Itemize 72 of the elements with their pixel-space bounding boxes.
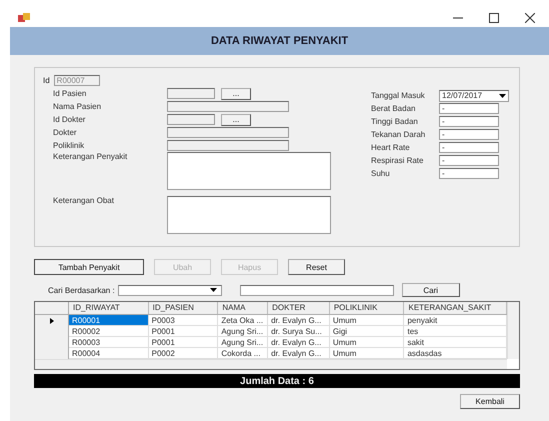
input-field[interactable] [167, 101, 289, 112]
input-field[interactable] [167, 127, 289, 138]
table-cell: Zeta Oka ... [218, 315, 268, 326]
table-cell: dr. Evalyn G... [268, 315, 330, 326]
search-dropdown[interactable] [118, 284, 222, 296]
table-cell: penyakit [404, 315, 508, 326]
table-cell: P0001 [148, 337, 218, 348]
table-cell: Umum [330, 315, 404, 326]
field-label: Id Dokter [53, 115, 86, 124]
table-cell: tes [404, 326, 508, 337]
field-label: Keterangan Obat [53, 196, 115, 205]
column-header[interactable]: POLIKLINIK [330, 302, 404, 314]
text-area[interactable] [167, 196, 331, 234]
maximize-icon[interactable] [489, 12, 499, 22]
search-field[interactable] [240, 284, 394, 296]
dropdown-icon [210, 288, 217, 292]
vertical-scrollbar[interactable] [507, 302, 519, 359]
column-header[interactable]: ID_RIWAYAT [69, 302, 149, 314]
input-field[interactable]: - [439, 129, 499, 140]
field-label: Id Pasien [53, 89, 88, 98]
input-field[interactable]: - [439, 103, 499, 114]
horizontal-scrollbar[interactable] [35, 359, 507, 369]
table-cell: dr. Surya Su... [268, 326, 330, 337]
row-header[interactable] [35, 315, 69, 326]
action-button[interactable]: Tambah Penyakit [34, 259, 144, 275]
close-icon[interactable] [525, 12, 535, 22]
table-cell: P0001 [148, 326, 218, 337]
field-label: Nama Pasien [53, 102, 102, 111]
field-label: Tinggi Badan [371, 117, 419, 126]
app-icon [18, 12, 30, 22]
text-area[interactable] [167, 152, 331, 190]
action-button[interactable]: Reset [288, 259, 345, 275]
input-field[interactable]: - [439, 142, 499, 153]
search-label: Cari Berdasarkan : [48, 286, 115, 294]
field-label: Tanggal Masuk [371, 91, 426, 100]
total-count: Jumlah Data : 6 [240, 376, 314, 386]
table-cell: sakit [404, 337, 508, 348]
table-cell: Agung Sri... [218, 326, 268, 337]
input-field[interactable] [167, 114, 215, 125]
browse-button[interactable]: ... [221, 88, 251, 100]
dropdown-icon [499, 94, 506, 98]
input-field[interactable]: - [439, 155, 499, 166]
input-field[interactable] [167, 88, 215, 99]
field-label: Heart Rate [371, 143, 411, 152]
column-header[interactable]: ID_PASIEN [148, 302, 218, 314]
input-field[interactable]: - [439, 168, 499, 179]
table-cell: Agung Sri... [218, 337, 268, 348]
table-cell: P0003 [148, 315, 218, 326]
column-header[interactable]: DOKTER [268, 302, 330, 314]
table-cell: R00003 [69, 337, 149, 348]
browse-button[interactable]: ... [221, 114, 251, 126]
search-button[interactable]: Cari [402, 283, 460, 297]
table-cell: R00001 [69, 315, 149, 326]
field-label: Suhu [371, 169, 391, 178]
field-label: Dokter [53, 128, 78, 137]
field-label: Id [43, 76, 50, 84]
field-label: Respirasi Rate [371, 156, 424, 165]
table-cell: R00002 [69, 326, 149, 337]
field-label: Keterangan Penyakit [53, 152, 128, 161]
input-field[interactable] [167, 140, 289, 151]
input-field[interactable]: - [439, 116, 499, 127]
field-label: Poliklinik [53, 141, 86, 150]
date-picker[interactable]: 12/07/2017 [439, 90, 509, 102]
current-row-icon [50, 318, 54, 324]
column-header[interactable]: NAMA [218, 302, 268, 314]
page-title: DATA RIWAYAT PENYAKIT [210, 35, 348, 47]
field-label: Berat Badan [371, 104, 416, 113]
field-label: Tekanan Darah [371, 130, 426, 139]
table-cell: Gigi [330, 326, 404, 337]
table-cell: Umum [330, 337, 404, 348]
back-button[interactable]: Kembali [460, 394, 520, 409]
table-cell: dr. Evalyn G... [268, 337, 330, 348]
